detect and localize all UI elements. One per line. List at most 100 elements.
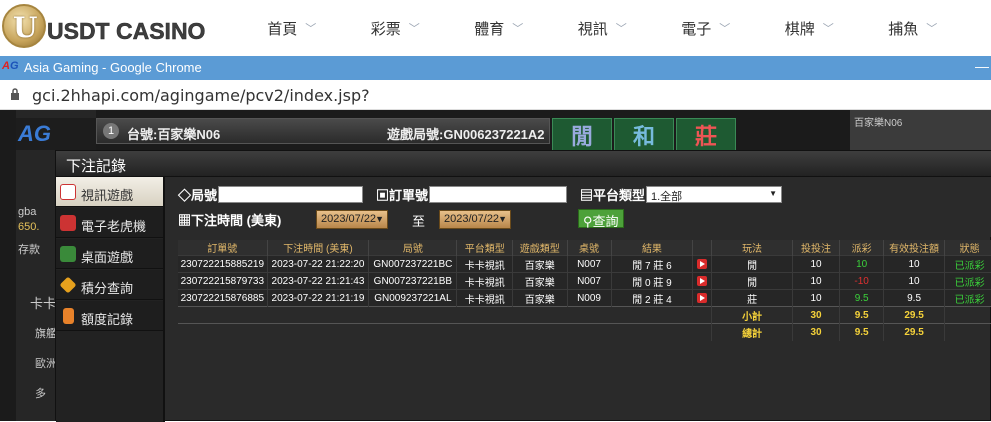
col-game-type: 遊戲類型 — [512, 240, 568, 256]
subtotal-bet: 30 — [792, 306, 841, 324]
menu-label: 視訊遊戲 — [81, 188, 134, 203]
chevron-down-icon: ﹀ — [822, 23, 834, 35]
to-label: 至 — [412, 214, 426, 229]
left-tab-card[interactable]: 卡卡 — [30, 293, 56, 312]
cell-round: GN007237221BB — [368, 272, 458, 290]
cell-status: 已派彩 — [944, 255, 991, 273]
cell-result: 閒 7 莊 6 — [611, 255, 694, 273]
nav-label: 視訊 — [577, 20, 608, 38]
cell-result: 閒 0 莊 9 — [611, 272, 694, 290]
minimize-button[interactable]: — — [975, 58, 989, 74]
menu-label: 額度記錄 — [81, 312, 134, 327]
cell-time: 2023-07-22 21:21:43 — [267, 272, 370, 290]
order-input[interactable] — [429, 186, 567, 203]
nav-label: 捕魚 — [888, 20, 919, 38]
cell-platform: 卡卡視訊 — [456, 255, 513, 273]
left-tab-flag[interactable]: 旗艦 — [35, 325, 57, 341]
cell-play: 閒 — [711, 272, 793, 290]
cell-table: N009 — [567, 289, 612, 307]
round-input[interactable] — [218, 186, 363, 203]
dropdown-arrow-icon: ▼ — [498, 214, 507, 224]
menu-item-credit-record[interactable]: 額度記錄 — [56, 301, 163, 331]
date-from-picker[interactable]: 2023/07/22 ▼ — [316, 210, 388, 229]
site-logo[interactable]: U USDT CASINO — [2, 4, 212, 52]
nav-chess[interactable]: 棋牌 ﹀ — [758, 0, 862, 56]
cell-video[interactable] — [692, 289, 713, 307]
logo-text: USDT CASINO — [47, 18, 206, 45]
cell-time: 2023-07-22 21:21:19 — [267, 289, 370, 307]
records-table-wrap[interactable]: 訂單號 下注時間 (美東) 局號 平台類型 遊戲類型 桌號 結果 玩法 投投注 … — [178, 240, 991, 422]
query-button[interactable]: ⚲查詢 — [578, 209, 624, 229]
nav-label: 體育 — [474, 20, 505, 38]
play-video-icon[interactable] — [697, 275, 708, 286]
col-play: 玩法 — [711, 240, 793, 256]
play-video-icon[interactable] — [697, 292, 708, 303]
subtotal-row: 小計 30 9.5 29.5 — [178, 306, 991, 324]
cell-payout: 9.5 — [839, 289, 885, 307]
menu-label: 積分查詢 — [81, 281, 134, 296]
order-label: ▣訂單號 — [376, 188, 429, 203]
cell-bet: 10 — [792, 255, 841, 273]
col-round: 局號 — [368, 240, 458, 256]
platform-select[interactable]: 1.全部 ▼ — [646, 186, 782, 203]
menu-item-live-games[interactable]: 視訊遊戲 — [56, 177, 163, 207]
menu-label: 桌面遊戲 — [81, 250, 134, 265]
nav-fishing[interactable]: 捕魚 ﹀ — [861, 0, 965, 56]
nav-home[interactable]: 首頁 ﹀ — [240, 0, 344, 56]
nav-label: 電子 — [681, 20, 712, 38]
menu-item-slots[interactable]: 電子老虎機 — [56, 208, 163, 238]
cell-status: 已派彩 — [944, 289, 991, 307]
round-id: 遊戲局號:GN006237221A2 — [387, 127, 545, 142]
cell-platform: 卡卡視訊 — [456, 289, 513, 307]
nav-label: 首頁 — [267, 20, 298, 38]
col-valid-bet: 有效投注額 — [883, 240, 945, 256]
table-row: 230722215879733 2023-07-22 21:21:43 GN00… — [178, 272, 991, 290]
chevron-down-icon: ﹀ — [926, 23, 938, 35]
menu-item-points[interactable]: 積分查詢 — [56, 270, 163, 300]
col-platform: 平台類型 — [456, 240, 513, 256]
cell-valid: 9.5 — [883, 289, 945, 307]
cell-play: 閒 — [711, 255, 793, 273]
menu-item-table-games[interactable]: 桌面遊戲 — [56, 239, 163, 269]
nav-sports[interactable]: 體育 ﹀ — [447, 0, 551, 56]
nav-lottery[interactable]: 彩票 ﹀ — [344, 0, 448, 56]
cell-play: 莊 — [711, 289, 793, 307]
record-menu: 視訊遊戲 電子老虎機 桌面遊戲 積分查詢 額度記錄 — [56, 177, 163, 422]
left-tab-euro[interactable]: 歐洲 — [35, 355, 57, 371]
col-payout: 派彩 — [839, 240, 885, 256]
table-info-bar: 1 台號:百家樂N06 遊戲局號:GN006237221A2 — [96, 118, 550, 144]
menu-label: 電子老虎機 — [81, 219, 147, 234]
col-result: 結果 — [611, 240, 694, 256]
username: gba — [18, 206, 37, 218]
chevron-down-icon: ﹀ — [615, 23, 627, 35]
col-table-no: 桌號 — [567, 240, 612, 256]
nav-slots[interactable]: 電子 ﹀ — [654, 0, 758, 56]
dropdown-arrow-icon: ▼ — [375, 214, 384, 224]
left-tab-multi[interactable]: 多 — [35, 385, 46, 401]
cell-video[interactable] — [692, 272, 713, 290]
subtotal-payout: 9.5 — [839, 306, 885, 324]
table-header-row: 訂單號 下注時間 (美東) 局號 平台類型 遊戲類型 桌號 結果 玩法 投投注 … — [178, 240, 991, 256]
subtotal-valid: 29.5 — [883, 306, 945, 324]
play-video-icon[interactable] — [697, 258, 708, 269]
date-to-picker[interactable]: 2023/07/22 ▼ — [439, 210, 511, 229]
cell-result: 閒 2 莊 4 — [611, 289, 694, 307]
table-name: 台號:百家樂N06 — [127, 127, 221, 142]
cell-video[interactable] — [692, 255, 713, 273]
preview-panel[interactable]: 百家樂N06 — [850, 110, 991, 150]
cell-game: 百家樂 — [512, 255, 568, 273]
cell-bet: 10 — [792, 272, 841, 290]
cell-status: 已派彩 — [944, 272, 991, 290]
slot-machine-icon — [60, 215, 76, 231]
address-bar[interactable]: gci.2hhapi.com/agingame/pcv2/index.jsp? — [0, 80, 991, 110]
deposit-link[interactable]: 存款 — [18, 241, 40, 257]
main-nav: 首頁 ﹀ 彩票 ﹀ 體育 ﹀ 視訊 ﹀ 電子 ﹀ 棋牌 ﹀ 捕魚 ﹀ — [240, 0, 965, 56]
document-icon — [63, 308, 74, 324]
cell-order: 230722215885219 — [178, 255, 268, 273]
table-number-badge: 1 — [103, 123, 119, 139]
cards-icon — [60, 184, 76, 200]
search-icon: ⚲ — [583, 214, 593, 229]
url-text[interactable]: gci.2hhapi.com/agingame/pcv2/index.jsp? — [32, 86, 370, 105]
nav-live[interactable]: 視訊 ﹀ — [551, 0, 655, 56]
cell-payout: 10 — [839, 255, 885, 273]
